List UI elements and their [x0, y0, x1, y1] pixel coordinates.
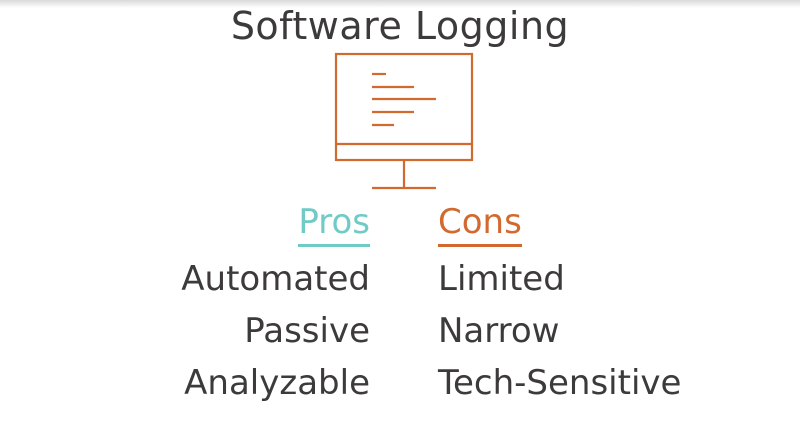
cons-heading: Cons [438, 202, 522, 247]
cons-item: Limited [438, 259, 565, 299]
cons-item: Narrow [438, 311, 560, 351]
pros-heading: Pros [298, 202, 370, 247]
pros-column: Pros Automated Passive Analyzable [181, 196, 370, 409]
pros-item: Automated [181, 259, 370, 299]
cons-item: Tech-Sensitive [438, 363, 682, 403]
pros-item: Analyzable [184, 363, 370, 403]
pros-item: Passive [244, 311, 370, 351]
slide-title: Software Logging [230, 4, 570, 48]
cons-column: Cons Limited Narrow Tech-Sensitive [438, 196, 681, 409]
computer-monitor-icon [330, 52, 478, 194]
